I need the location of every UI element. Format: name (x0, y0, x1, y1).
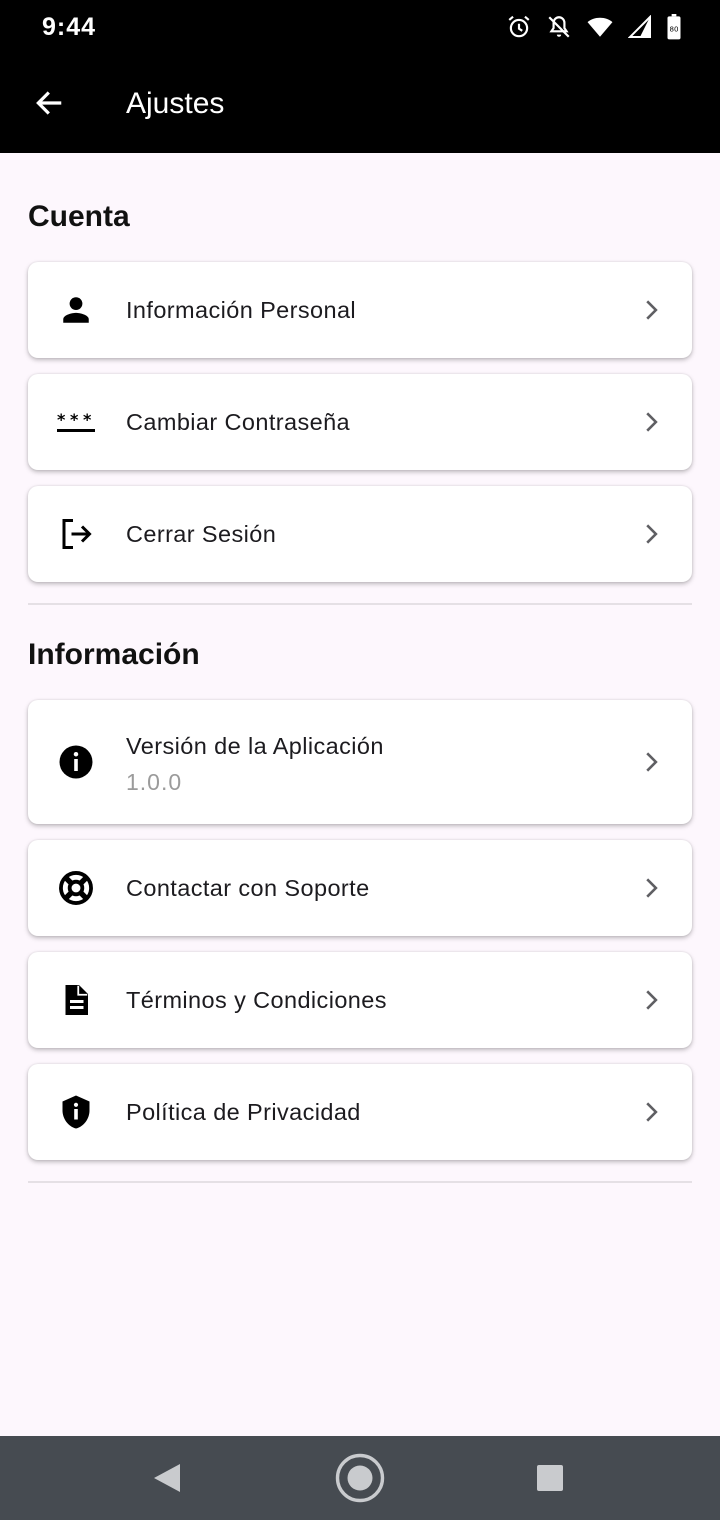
alarm-icon (506, 14, 532, 40)
logout-icon (56, 514, 96, 554)
support-icon (56, 868, 96, 908)
password-icon: * * * (56, 402, 96, 442)
app-bar: Ajustes (0, 56, 720, 153)
settings-item-label: Cambiar Contraseña (126, 409, 351, 435)
settings-item-label: Información Personal (126, 297, 357, 323)
section-divider (28, 603, 692, 605)
page-title: Ajustes (126, 87, 225, 120)
chevron-right-icon (636, 407, 666, 437)
svg-text:*: * (57, 410, 66, 429)
status-bar: 9:44 80 (0, 0, 720, 56)
nav-home-icon (334, 1452, 386, 1509)
settings-item-terms[interactable]: Términos y Condiciones (28, 952, 692, 1048)
settings-item-label: Versión de la Aplicación (126, 733, 384, 759)
status-time: 9:44 (42, 13, 97, 41)
battery-icon: 80 (666, 14, 682, 40)
settings-item-label: Contactar con Soporte (126, 875, 370, 901)
section-divider (28, 1181, 692, 1183)
arrow-back-icon (33, 87, 65, 124)
chevron-right-icon (636, 295, 666, 325)
nav-recents-icon (536, 1464, 564, 1497)
chevron-right-icon (636, 873, 666, 903)
nav-recents-button[interactable] (522, 1452, 578, 1508)
nav-back-icon (152, 1462, 182, 1499)
description-icon (56, 980, 96, 1020)
notifications-off-icon (546, 14, 572, 40)
settings-item-contact-support[interactable]: Contactar con Soporte (28, 840, 692, 936)
settings-item-label: Cerrar Sesión (126, 521, 277, 547)
nav-home-button[interactable] (332, 1452, 388, 1508)
settings-item-label: Términos y Condiciones (126, 987, 387, 1013)
privacy-shield-icon (56, 1092, 96, 1132)
settings-item-privacy[interactable]: Política de Privacidad (28, 1064, 692, 1160)
settings-item-logout[interactable]: Cerrar Sesión (28, 486, 692, 582)
system-nav-bar (0, 1436, 720, 1520)
status-icons: 80 (506, 14, 682, 40)
chevron-right-icon (636, 519, 666, 549)
settings-item-app-version[interactable]: Versión de la Aplicación 1.0.0 (28, 700, 692, 824)
app-version-value: 1.0.0 (126, 769, 183, 795)
signal-icon (628, 15, 652, 39)
section-title-informacion: Información (28, 638, 200, 671)
settings-item-personal-info[interactable]: Información Personal (28, 262, 692, 358)
wifi-icon (586, 14, 614, 40)
info-icon (56, 742, 96, 782)
chevron-right-icon (636, 1097, 666, 1127)
person-icon (56, 290, 96, 330)
settings-item-change-password[interactable]: * * * Cambiar Contraseña (28, 374, 692, 470)
nav-back-button[interactable] (139, 1452, 195, 1508)
settings-item-label: Política de Privacidad (126, 1099, 361, 1125)
back-button[interactable] (22, 78, 76, 132)
svg-text:80: 80 (669, 25, 679, 34)
section-title-cuenta: Cuenta (28, 200, 130, 233)
svg-text:*: * (70, 410, 79, 429)
chevron-right-icon (636, 985, 666, 1015)
chevron-right-icon (636, 747, 666, 777)
svg-text:*: * (83, 410, 92, 429)
